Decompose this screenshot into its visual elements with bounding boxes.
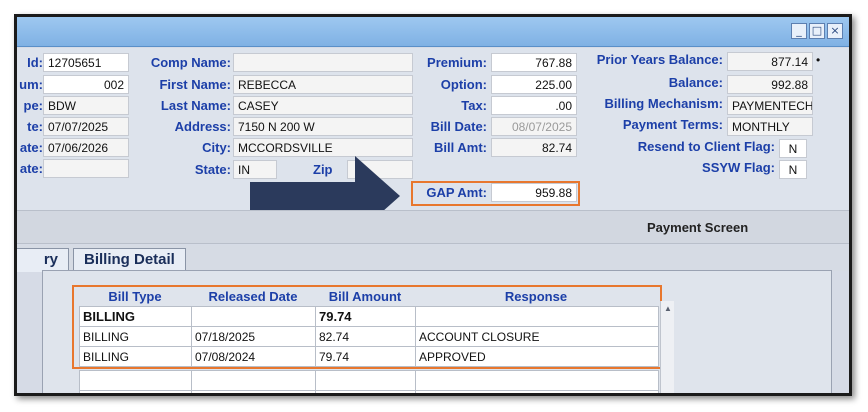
ssyw-flag-label: SSYW Flag: [702, 160, 775, 175]
resend-client-flag-field[interactable]: N [779, 139, 807, 158]
last-name-label: Last Name: [160, 98, 231, 113]
table-row[interactable] [79, 390, 659, 393]
first-name-field[interactable]: REBECCA [233, 75, 413, 94]
prior-years-balance-label: Prior Years Balance: [596, 52, 723, 67]
cell-bill-type [79, 370, 192, 391]
prior-years-balance-field[interactable]: 877.14 [727, 52, 813, 71]
cell-released-date [191, 390, 316, 393]
comp-name-label: Comp Name: [150, 55, 231, 70]
end-date-field[interactable]: 07/06/2026 [43, 138, 129, 157]
city-field[interactable]: MCCORDSVILLE [233, 138, 413, 157]
bullet-marker: • [816, 53, 821, 67]
billing-mechanism-label: Billing Mechanism: [604, 96, 723, 111]
address-field[interactable]: 7150 N 200 W [233, 117, 413, 136]
cell-bill-amount [315, 370, 416, 391]
cell-response [415, 370, 659, 391]
type-field[interactable]: BDW [43, 96, 129, 115]
city-label: City: [202, 140, 231, 155]
start-date-field[interactable]: 07/07/2025 [43, 117, 129, 136]
scroll-up-icon[interactable]: ▲ [662, 303, 674, 315]
tax-field[interactable]: .00 [491, 96, 577, 115]
gap-amt-highlight [411, 181, 580, 206]
comp-name-field[interactable] [233, 53, 413, 72]
other-date-field[interactable] [43, 159, 129, 178]
type-label: pe: [23, 98, 44, 113]
id-label: Id: [27, 55, 43, 70]
payment-screen-bar: Payment Screen [17, 210, 849, 244]
maximize-button[interactable]: □ [809, 23, 825, 39]
id-field[interactable]: 12705651 [43, 53, 129, 72]
first-name-label: First Name: [159, 77, 231, 92]
resend-client-flag-label: Resend to Client Flag: [637, 139, 775, 154]
other-date-label: ate: [19, 161, 43, 176]
option-label: Option: [440, 77, 487, 92]
premium-label: Premium: [427, 55, 487, 70]
billing-detail-panel: Bill Type Released Date Bill Amount Resp… [42, 270, 832, 393]
tax-label: Tax: [461, 98, 487, 113]
cell-bill-type [79, 390, 192, 393]
policy-fields-panel: Id: 12705651 um: 002 pe: BDW te: 07/07/2… [17, 48, 849, 236]
state-label: State: [194, 162, 231, 177]
table-scrollbar[interactable]: ▲ [660, 301, 674, 393]
bill-amt-label: Bill Amt: [434, 140, 487, 155]
balance-label: Balance: [668, 75, 723, 90]
title-bar: _ □ × [17, 17, 849, 47]
billing-table-highlight [72, 285, 662, 369]
last-name-field[interactable]: CASEY [233, 96, 413, 115]
cell-bill-amount [315, 390, 416, 393]
ssyw-flag-field[interactable]: N [779, 160, 807, 179]
tab-strip: ry Billing Detail [17, 245, 849, 272]
num-label: um: [19, 77, 43, 92]
minimize-button[interactable]: _ [791, 23, 807, 39]
bill-date-field[interactable]: 08/07/2025 [491, 117, 577, 136]
application-window: _ □ × Id: 12705651 um: 002 pe: BDW te: 0… [14, 14, 852, 396]
payment-terms-field[interactable]: MONTHLY [727, 117, 813, 136]
tab-billing-detail[interactable]: Billing Detail [73, 248, 186, 272]
cell-released-date [191, 370, 316, 391]
billing-mechanism-field[interactable]: PAYMENTECH [727, 96, 813, 115]
num-field[interactable]: 002 [43, 75, 129, 94]
address-label: Address: [174, 119, 231, 134]
payment-screen-title: Payment Screen [647, 220, 749, 235]
tab-summary[interactable]: ry [17, 248, 69, 272]
premium-field[interactable]: 767.88 [491, 53, 577, 72]
bill-date-label: Bill Date: [430, 119, 487, 134]
end-date-label: ate: [19, 140, 43, 155]
option-field[interactable]: 225.00 [491, 75, 577, 94]
balance-field[interactable]: 992.88 [727, 75, 813, 94]
window-controls: _ □ × [791, 23, 843, 39]
start-date-label: te: [27, 119, 43, 134]
payment-terms-label: Payment Terms: [622, 117, 723, 132]
table-row[interactable] [79, 370, 659, 391]
bill-amt-field[interactable]: 82.74 [491, 138, 577, 157]
close-button[interactable]: × [827, 23, 843, 39]
cell-response [415, 390, 659, 393]
